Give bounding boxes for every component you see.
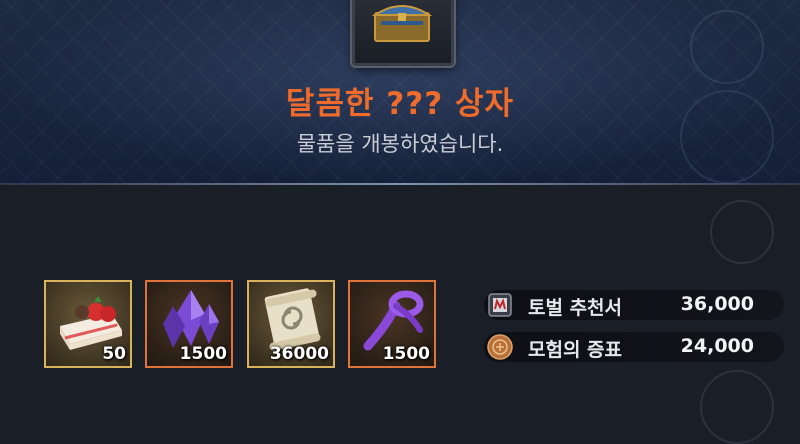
reward-item-cake[interactable]: 50: [44, 280, 132, 368]
currency-value: 24,000: [680, 335, 754, 357]
reward-item-crystal[interactable]: 1500: [145, 280, 233, 368]
currency-name: 토벌 추천서: [528, 297, 623, 319]
box-title: 달콤한 ??? 상자: [285, 86, 515, 122]
currency-name: 모험의 증표: [528, 339, 623, 361]
opened-message: 물품을 개봉하였습니다.: [296, 132, 504, 156]
subjugation-scroll-icon: [488, 293, 512, 317]
reward-item-scroll[interactable]: 36000: [247, 280, 335, 368]
currency-value: 36,000: [680, 293, 754, 315]
item-quantity: 36000: [269, 344, 329, 364]
currency-row-adventure-token: 모험의 증표 24,000: [484, 332, 784, 362]
currency-row-subjugation: 토벌 추천서 36,000: [484, 290, 784, 320]
reward-item-rope[interactable]: 1500: [348, 280, 436, 368]
item-quantity: 50: [102, 344, 126, 364]
chest-thumbnail: [352, 0, 454, 66]
treasure-chest-icon: [371, 5, 433, 42]
bronze-coin-icon: [487, 334, 513, 360]
background-decoration: [670, 0, 800, 444]
item-quantity: 1500: [179, 344, 227, 364]
item-quantity: 1500: [382, 344, 430, 364]
